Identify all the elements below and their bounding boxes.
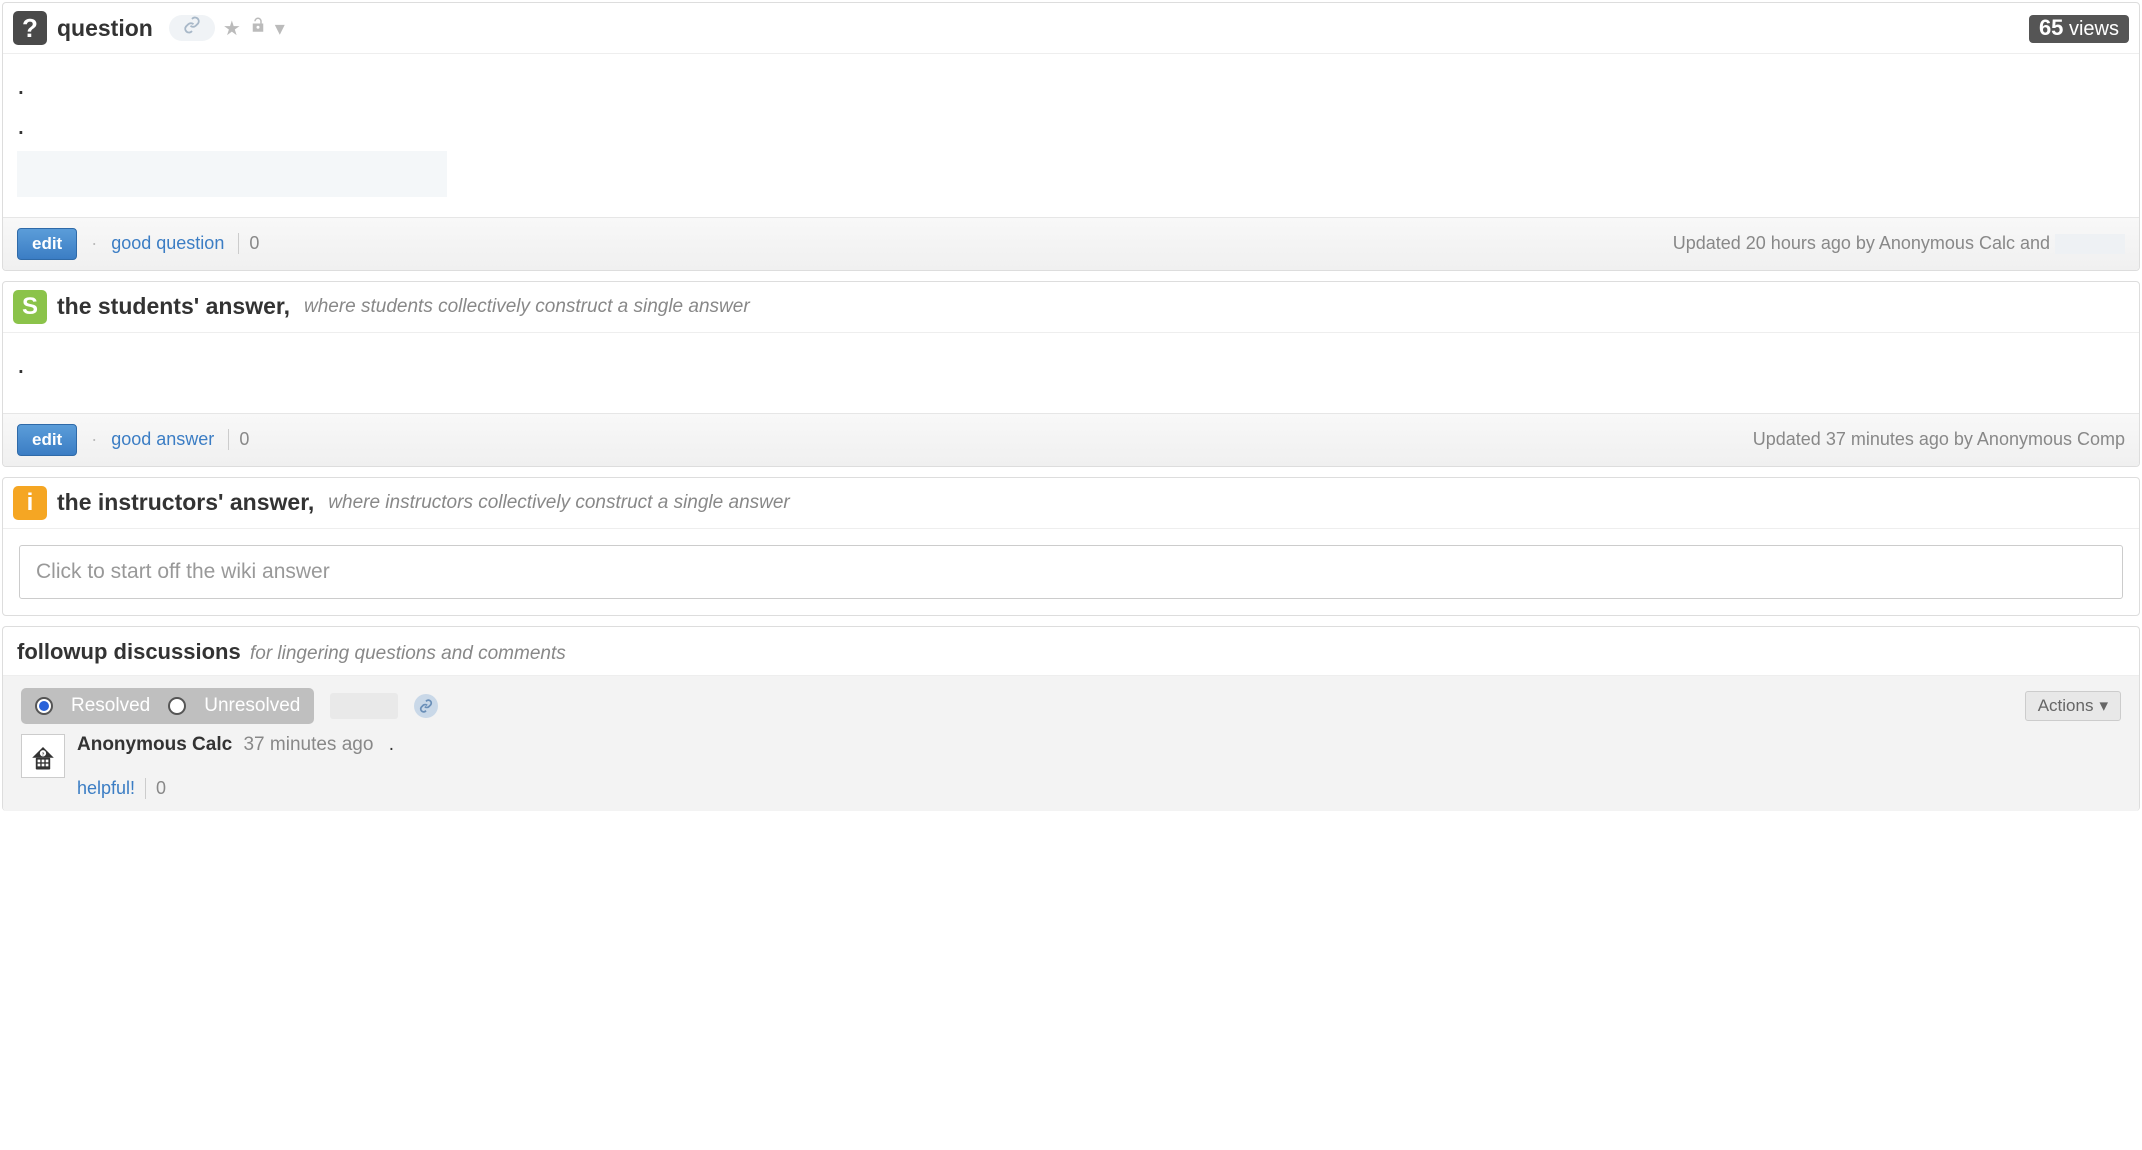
actions-button[interactable]: Actions ▾	[2025, 691, 2121, 721]
students-answer-subtitle: where students collectively construct a …	[304, 296, 750, 318]
students-answer-footer: edit · good answer 0 Updated 37 minutes …	[3, 413, 2139, 466]
followup-toolbar: Resolved Unresolved Actions ▾	[21, 688, 2121, 724]
link-icon[interactable]	[414, 694, 438, 718]
edit-button[interactable]: edit	[17, 424, 77, 456]
good-answer-link[interactable]: good answer	[111, 429, 214, 450]
comment-footer: helpful! 0	[77, 778, 2121, 799]
body-dot: .	[17, 114, 2125, 136]
followup-panel: followup discussions for lingering quest…	[2, 626, 2140, 811]
separator: ·	[91, 233, 97, 254]
comment-time: 37 minutes ago	[243, 734, 373, 755]
followup-comment: ? Anonymous Calc 37 minutes ago .	[21, 734, 2121, 799]
avatar: ?	[21, 734, 65, 778]
chevron-down-icon[interactable]: ▾	[275, 16, 285, 41]
question-icon: ?	[13, 11, 47, 45]
svg-text:?: ?	[42, 751, 45, 756]
good-question-count: 0	[238, 233, 259, 254]
students-answer-header: S the students' answer, where students c…	[3, 282, 2139, 333]
updated-text: Updated 37 minutes ago by Anonymous Comp	[1753, 429, 2125, 450]
followup-header: followup discussions for lingering quest…	[3, 627, 2139, 676]
instructors-answer-panel: i the instructors' answer, where instruc…	[2, 477, 2140, 616]
helpful-link[interactable]: helpful!	[77, 778, 135, 799]
instructors-answer-header: i the instructors' answer, where instruc…	[3, 478, 2139, 529]
students-icon: S	[13, 290, 47, 324]
body-dot: .	[17, 74, 2125, 96]
resolved-toggle-group: Resolved Unresolved	[21, 688, 314, 724]
question-footer: edit · good question 0 Updated 20 hours …	[3, 217, 2139, 270]
comment-header: Anonymous Calc 37 minutes ago .	[77, 734, 2121, 756]
views-container: 65 views	[2029, 15, 2129, 41]
followup-subtitle: for lingering questions and comments	[250, 643, 566, 664]
question-panel: ? question ★ ▾ 65 views . . edit ·	[2, 2, 2140, 271]
body-dot: .	[17, 353, 2125, 375]
separator: ·	[91, 429, 97, 450]
star-icon[interactable]: ★	[223, 16, 241, 41]
students-answer-panel: S the students' answer, where students c…	[2, 281, 2140, 467]
question-label: question	[57, 15, 153, 42]
wiki-answer-input[interactable]: Click to start off the wiki answer	[19, 545, 2123, 599]
updated-text: Updated 20 hours ago by Anonymous Calc a…	[1673, 233, 2125, 254]
edit-button[interactable]: edit	[17, 228, 77, 260]
question-body: . .	[3, 54, 2139, 217]
question-header: ? question ★ ▾ 65 views	[3, 3, 2139, 54]
resolved-radio[interactable]	[35, 697, 53, 715]
chevron-down-icon: ▾	[2099, 696, 2108, 716]
helpful-count: 0	[145, 778, 166, 799]
good-answer-count: 0	[228, 429, 249, 450]
unresolved-radio[interactable]	[168, 697, 186, 715]
redacted-name	[2055, 234, 2125, 254]
question-header-icons: ★ ▾	[169, 15, 285, 41]
unresolved-label[interactable]: Unresolved	[204, 695, 300, 717]
good-question-link[interactable]: good question	[111, 233, 224, 254]
followup-body: Resolved Unresolved Actions ▾ ?	[3, 676, 2139, 811]
comment-author: Anonymous Calc	[77, 734, 232, 755]
comment-content: Anonymous Calc 37 minutes ago . helpful!…	[77, 734, 2121, 799]
link-icon	[183, 16, 201, 40]
followup-title: followup discussions	[17, 639, 241, 664]
instructors-icon: i	[13, 486, 47, 520]
comment-trailing: .	[389, 734, 394, 755]
students-answer-title: the students' answer,	[57, 293, 290, 320]
instructors-answer-subtitle: where instructors collectively construct…	[328, 492, 789, 514]
tag-pill-redacted[interactable]	[169, 15, 215, 41]
instructors-answer-title: the instructors' answer,	[57, 489, 314, 516]
resolved-label[interactable]: Resolved	[71, 695, 150, 717]
lock-icon[interactable]	[249, 15, 267, 41]
redacted-tag	[330, 693, 398, 719]
students-answer-body: .	[3, 333, 2139, 413]
redacted-content	[17, 151, 447, 197]
views-badge: 65 views	[2029, 15, 2129, 43]
